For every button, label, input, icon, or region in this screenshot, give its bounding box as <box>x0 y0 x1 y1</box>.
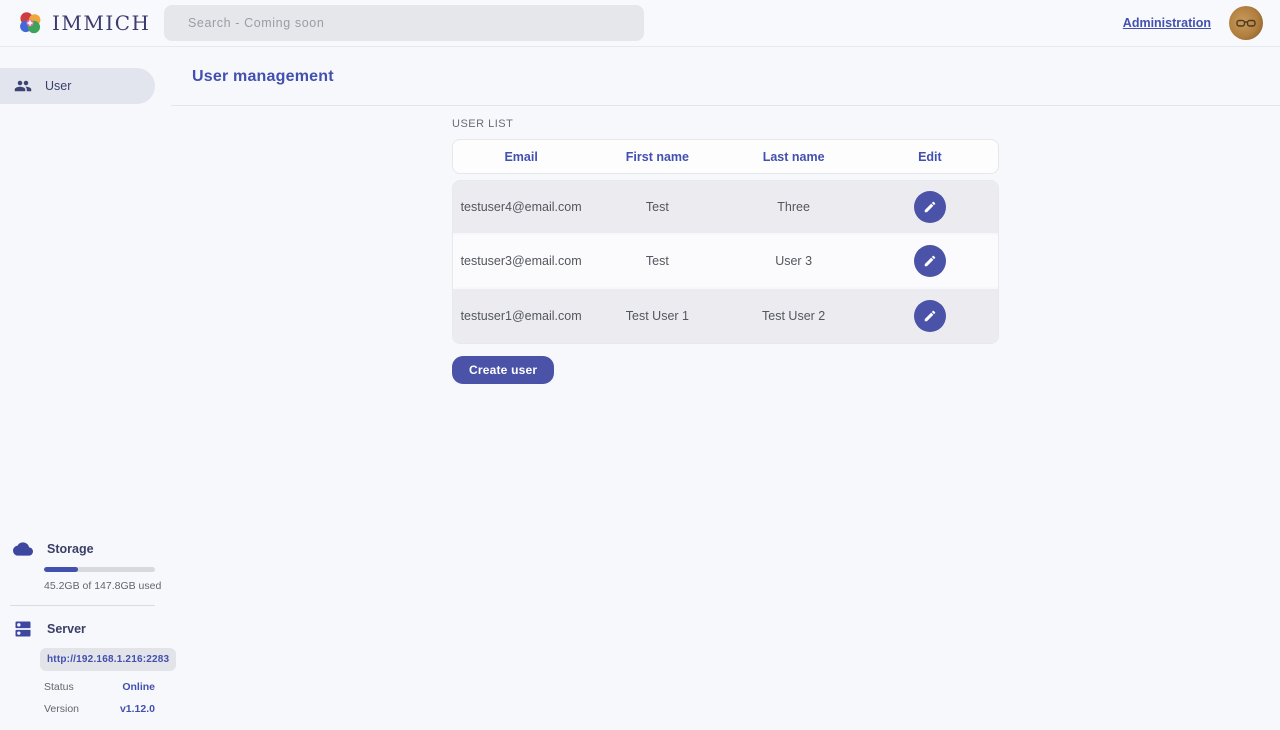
sidebar-divider <box>10 605 155 606</box>
page-title: User management <box>192 68 1280 86</box>
app-wordmark: IMMICH <box>52 11 151 35</box>
sidebar-footer: Storage 45.2GB of 147.8GB used Server ht… <box>0 539 171 730</box>
storage-progress-track <box>44 567 155 572</box>
user-table-body: testuser4@email.com Test Three testuser3… <box>452 180 999 344</box>
server-icon <box>13 619 33 639</box>
users-icon <box>14 77 32 95</box>
cell-email: testuser1@email.com <box>453 309 589 323</box>
table-row: testuser3@email.com Test User 3 <box>453 235 998 289</box>
administration-link[interactable]: Administration <box>1123 16 1211 30</box>
table-row: testuser1@email.com Test User 1 Test Use… <box>453 289 998 343</box>
edit-user-button[interactable] <box>914 245 946 277</box>
user-list-section: USER LIST Email First name Last name Edi… <box>452 118 999 384</box>
search-input[interactable] <box>164 5 644 41</box>
table-row: testuser4@email.com Test Three <box>453 181 998 235</box>
header-right: Administration <box>1123 6 1280 40</box>
cell-email: testuser4@email.com <box>453 200 589 214</box>
cell-last-name: Test User 2 <box>726 309 862 323</box>
storage-progress-fill <box>44 567 78 572</box>
pencil-icon <box>923 309 937 323</box>
sidebar-item-user[interactable]: User <box>0 68 155 104</box>
cell-first-name: Test <box>589 254 725 268</box>
title-bar: User management <box>171 47 1280 106</box>
glasses-icon <box>1234 11 1258 35</box>
immich-logo: IMMICH <box>0 9 164 37</box>
cell-first-name: Test User 1 <box>589 309 725 323</box>
app-header: IMMICH Administration <box>0 0 1280 47</box>
user-avatar[interactable] <box>1229 6 1263 40</box>
create-user-button[interactable]: Create user <box>452 356 554 384</box>
storage-title: Storage <box>47 542 94 556</box>
server-panel: Server http://192.168.1.216:2283 Status … <box>0 619 171 715</box>
server-status-label: Status <box>44 681 74 693</box>
user-list-heading: USER LIST <box>452 118 999 130</box>
main-content: User management USER LIST Email First na… <box>171 47 1280 730</box>
server-url-badge: http://192.168.1.216:2283 <box>40 648 176 671</box>
sidebar: User Storage 45.2GB of 147.8GB used <box>0 47 171 730</box>
column-header-first-name: First name <box>589 150 725 164</box>
server-version-row: Version v1.12.0 <box>44 703 155 715</box>
sidebar-item-label: User <box>45 79 71 93</box>
cell-first-name: Test <box>589 200 725 214</box>
cell-last-name: User 3 <box>726 254 862 268</box>
server-version-value: v1.12.0 <box>120 703 155 715</box>
server-title: Server <box>47 622 86 636</box>
cell-email: testuser3@email.com <box>453 254 589 268</box>
cell-last-name: Three <box>726 200 862 214</box>
table-header-row: Email First name Last name Edit <box>452 139 999 174</box>
pencil-icon <box>923 200 937 214</box>
server-status-value: Online <box>122 681 155 693</box>
search-bar <box>164 5 644 41</box>
server-version-label: Version <box>44 703 79 715</box>
edit-user-button[interactable] <box>914 300 946 332</box>
column-header-email: Email <box>453 150 589 164</box>
server-status-row: Status Online <box>44 681 155 693</box>
storage-usage-text: 45.2GB of 147.8GB used <box>44 580 171 592</box>
edit-user-button[interactable] <box>914 191 946 223</box>
storage-panel: Storage 45.2GB of 147.8GB used <box>0 539 171 592</box>
pencil-icon <box>923 254 937 268</box>
cloud-icon <box>13 539 33 559</box>
column-header-edit: Edit <box>862 150 998 164</box>
immich-logo-icon <box>16 9 44 37</box>
column-header-last-name: Last name <box>726 150 862 164</box>
